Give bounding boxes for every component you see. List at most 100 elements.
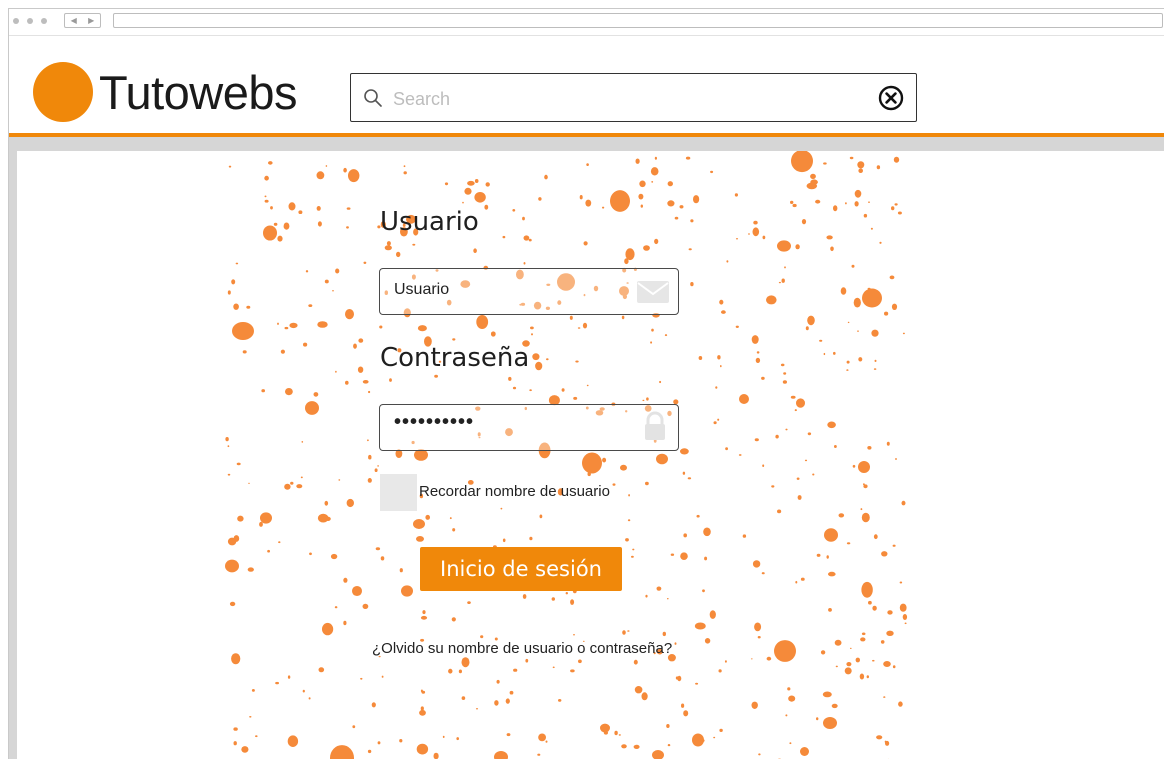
paint-speck (742, 534, 747, 538)
paint-speck (316, 171, 325, 180)
paint-speck (838, 513, 845, 518)
paint-speck (612, 483, 616, 486)
window-dot[interactable] (13, 18, 19, 24)
paint-speck (577, 327, 581, 329)
paint-speck (363, 261, 367, 264)
search-input[interactable] (391, 84, 865, 114)
paint-speck (823, 162, 827, 165)
paint-speck (578, 659, 582, 664)
paint-speck (724, 660, 727, 663)
paint-speck (290, 481, 294, 485)
paint-speck (690, 282, 694, 287)
address-bar[interactable] (113, 13, 1163, 28)
history-nav: ◀ ▶ (64, 13, 101, 28)
paint-speck (641, 692, 648, 701)
paint-speck (872, 605, 877, 611)
paint-speck (448, 668, 453, 674)
paint-speck (895, 458, 897, 460)
paint-speck (748, 233, 750, 235)
brand-logo-text[interactable]: Tutowebs (99, 66, 298, 120)
paint-speck (873, 368, 877, 370)
paint-speck (231, 653, 241, 665)
paint-speck (614, 730, 618, 736)
paint-speck (309, 552, 312, 556)
paint-speck (248, 482, 250, 484)
paint-speck (529, 389, 532, 392)
paint-speck (846, 369, 849, 371)
forgot-credentials-link[interactable]: ¿Olvido su nombre de usuario o contraseñ… (372, 640, 672, 657)
paint-speck (734, 193, 739, 197)
back-arrow-icon[interactable]: ◀ (71, 16, 77, 25)
paint-speck (433, 752, 439, 759)
paint-speck (259, 521, 263, 527)
paint-speck (717, 418, 720, 421)
paint-speck (751, 335, 759, 344)
paint-speck (633, 744, 640, 750)
paint-speck (242, 350, 247, 354)
paint-speck (625, 538, 629, 542)
paint-speck (367, 478, 372, 483)
paint-speck (796, 477, 800, 480)
paint-speck (892, 544, 896, 547)
paint-speck (225, 437, 229, 442)
paint-speck (884, 740, 887, 743)
paint-speck (639, 180, 646, 188)
paint-speck (863, 213, 868, 218)
login-button[interactable]: Inicio de sesión (420, 547, 622, 591)
paint-speck (719, 299, 724, 305)
paint-speck (512, 386, 517, 390)
username-field[interactable]: Usuario (379, 268, 679, 315)
paint-speck (389, 378, 392, 382)
window-dot[interactable] (27, 18, 33, 24)
paint-speck (620, 464, 627, 471)
paint-speck (826, 555, 829, 559)
paint-speck (754, 622, 762, 632)
paint-speck (317, 321, 328, 328)
forward-arrow-icon[interactable]: ▶ (88, 16, 94, 25)
paint-speck (338, 479, 341, 481)
paint-speck (228, 165, 232, 168)
paint-speck (681, 703, 685, 708)
paint-speck (399, 568, 403, 573)
logo-circle-icon (33, 62, 93, 122)
paint-speck (367, 749, 372, 754)
paint-speck (830, 246, 834, 252)
paint-speck (452, 528, 456, 532)
paint-speck (632, 548, 635, 551)
search-icon (364, 89, 382, 107)
paint-speck (476, 315, 489, 329)
paint-speck (790, 200, 794, 204)
close-circle-icon[interactable] (878, 85, 904, 111)
paint-speck (573, 396, 578, 400)
paint-speck (680, 552, 688, 560)
paint-speck (237, 515, 244, 522)
browser-window: ◀ ▶ Tutowebs Usuario Usuario (8, 8, 1164, 759)
paint-speck (807, 315, 815, 326)
paint-speck (792, 203, 797, 208)
paint-speck (805, 326, 809, 331)
paint-speck (509, 690, 514, 695)
password-field[interactable]: •••••••••• (379, 404, 679, 451)
paint-speck (602, 457, 607, 463)
window-dot[interactable] (41, 18, 47, 24)
paint-speck (585, 199, 592, 207)
remember-username-checkbox[interactable] (380, 474, 417, 511)
paint-speck (892, 665, 896, 669)
paint-speck (645, 481, 649, 486)
paint-speck (261, 389, 265, 393)
paint-speck (346, 207, 351, 210)
paint-speck (473, 248, 477, 253)
paint-speck (638, 193, 644, 200)
paint-speck (264, 199, 269, 203)
paint-speck (834, 445, 837, 448)
paint-speck (702, 589, 705, 593)
paint-speck (717, 355, 721, 360)
paint-speck (570, 669, 575, 673)
paint-speck (231, 279, 236, 285)
paint-speck (664, 334, 668, 337)
paint-speck (368, 390, 371, 394)
paint-speck (854, 201, 859, 207)
login-page: Usuario Usuario Contraseña •••••••••• Re… (17, 151, 1157, 759)
paint-speck (680, 448, 689, 455)
paint-speck (854, 189, 862, 198)
